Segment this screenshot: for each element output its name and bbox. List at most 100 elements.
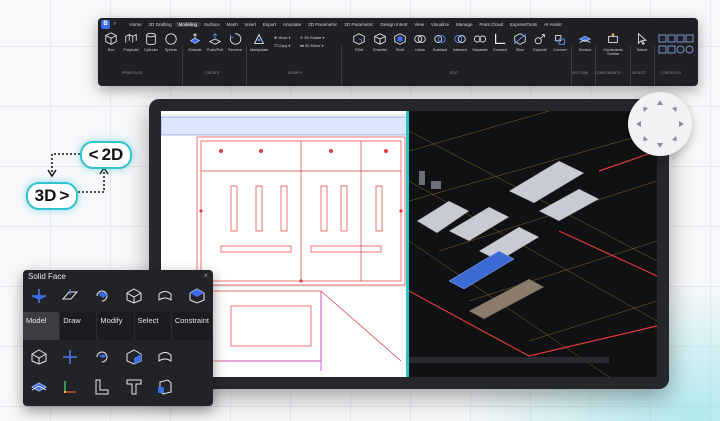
sweep-icon [158,352,172,362]
cube-button[interactable] [123,346,145,368]
move-face-button[interactable] [28,285,50,307]
pushpull-tool[interactable]: Push/Pull [204,32,226,52]
extrude-face-button[interactable] [154,285,176,307]
menu-annotate[interactable]: Annotate [279,22,304,27]
copy-button[interactable]: ❐ Copy ▾ [274,42,291,50]
separate-icon [473,35,487,43]
separate-tool[interactable]: Separate [469,32,491,52]
sweep-button[interactable] [154,346,176,368]
menu-modeling[interactable]: Modeling [175,21,201,27]
tab-draw[interactable]: Draw [60,312,98,340]
menu-ai-assist[interactable]: AI Assist [541,22,565,27]
t-shape-icon [126,379,142,395]
cylinder-tool[interactable]: Cylinder [140,32,162,52]
slice-tool[interactable]: Slice [509,32,531,52]
menu-visualize[interactable]: Visualize [427,22,452,27]
copy-face-icon [189,288,205,304]
menu-3d-parametric[interactable]: 3D Parametric [341,22,377,27]
switch-to-3d-button[interactable]: 3D > [26,182,78,210]
chevron-right-icon: > [59,186,70,205]
extrude-label: Extrude [188,48,202,52]
convert-tool[interactable]: Convert [549,32,571,52]
tab-model[interactable]: Model [23,312,61,340]
box-icon [105,32,117,45]
section-plane-button[interactable] [28,376,50,398]
structure-button[interactable] [154,376,176,398]
union-icon [414,35,426,43]
move-button[interactable] [59,346,81,368]
group-select: SELECT [632,71,646,75]
taper-face-button[interactable] [123,285,145,307]
menu-manage[interactable]: Manage [453,22,476,27]
tab-modify[interactable]: Modify [97,312,135,340]
menu-2d-drafting[interactable]: 2D Drafting [145,22,175,27]
navigation-wheel[interactable] [628,92,692,156]
group-section: SECTION [572,71,588,75]
manipulate-tool[interactable]: Manipulate [248,32,270,52]
section-tool[interactable]: Section [574,32,596,52]
rotate-button[interactable] [91,346,113,368]
menu-point-cloud[interactable]: Point Cloud [476,22,507,27]
3d-model-view[interactable] [408,111,657,377]
rotate-icon [96,351,108,363]
polysolid-tool[interactable]: Polysolid [120,32,142,52]
sphere-tool[interactable]: Sphere [160,32,182,52]
offset-face-button[interactable] [59,285,81,307]
explode-tool[interactable]: Explode [529,32,551,52]
connect-tool[interactable]: Connect [489,32,511,52]
extrude-icon [189,33,201,44]
intersect-tool[interactable]: Intersect [449,32,471,52]
separate-label: Separate [472,48,488,52]
l-shape-button[interactable] [91,376,113,398]
revolve-tool[interactable]: Revolve [224,32,246,52]
switch-to-2d-button[interactable]: < 2D [80,141,132,169]
tab-select[interactable]: Select [134,312,172,340]
box-label: Box [107,48,115,52]
rotate-face-icon [96,290,109,302]
explode-icon [534,34,545,45]
controls-icon-grid[interactable] [658,34,694,56]
copy-face-button[interactable] [186,285,208,307]
select-tool[interactable]: Select [631,32,653,52]
rotate-face-button[interactable] [91,285,113,307]
extrude-tool[interactable]: Extrude [184,32,206,52]
menu-2d-parametric[interactable]: 2D Parametric [305,22,341,27]
app-logo-icon[interactable]: B [101,19,110,29]
cylinder-label: Cylinder [144,48,158,52]
slice-label: Slice [515,48,525,52]
ucs-button[interactable] [59,376,81,398]
convert-icon [555,35,565,45]
mirror3d-button[interactable]: ⧓ 3D Mirror ▾ [300,42,324,50]
menu-surface[interactable]: Surface [201,22,224,27]
tablet-device [149,99,669,389]
menu-design-intent[interactable]: Design Intent [377,22,411,27]
move-button[interactable]: ✥ Move ▾ [274,34,291,42]
chamfer-label: Chamfer [372,48,388,52]
menu-home[interactable]: Home [126,22,145,27]
constraints-label: Constraints Toolbar [603,48,623,57]
polysolid-label: Polysolid [123,48,139,52]
fillet-tool[interactable]: Fillet [348,32,370,52]
t-shape-button[interactable] [123,376,145,398]
shell-tool[interactable]: Shell [389,32,411,52]
chamfer-tool[interactable]: Chamfer [369,32,391,52]
box-tool[interactable]: Box [100,32,122,52]
search-icon[interactable]: ⌕ [113,21,123,28]
close-icon[interactable]: × [203,271,208,280]
box-button[interactable] [28,346,50,368]
menu-view[interactable]: View [411,22,428,27]
select-label: Select [636,48,648,52]
union-tool[interactable]: Union [409,32,431,52]
connect-label: Connect [492,48,508,52]
move-copy-stack: ✥ Move ▾ ❐ Copy ▾ [274,34,291,50]
menu-expresstools[interactable]: ExpressTools [506,22,540,27]
menu-export[interactable]: Export [259,22,279,27]
manipulate-label: Manipulate [249,48,269,52]
rotate3d-button[interactable]: ⟳ 3D Rotate ▾ [300,34,324,42]
menu-mesh[interactable]: Mesh [223,22,241,27]
constraints-toolbar-tool[interactable]: Constraints Toolbar [598,32,628,57]
menu-insert[interactable]: Insert [241,22,259,27]
ribbon-group-labels: PRIMITIVES CREATE MODIFY EDIT SECTION CO… [98,71,698,79]
tab-constraint[interactable]: Constraint [171,312,213,340]
subtract-tool[interactable]: Subtract [429,32,451,52]
